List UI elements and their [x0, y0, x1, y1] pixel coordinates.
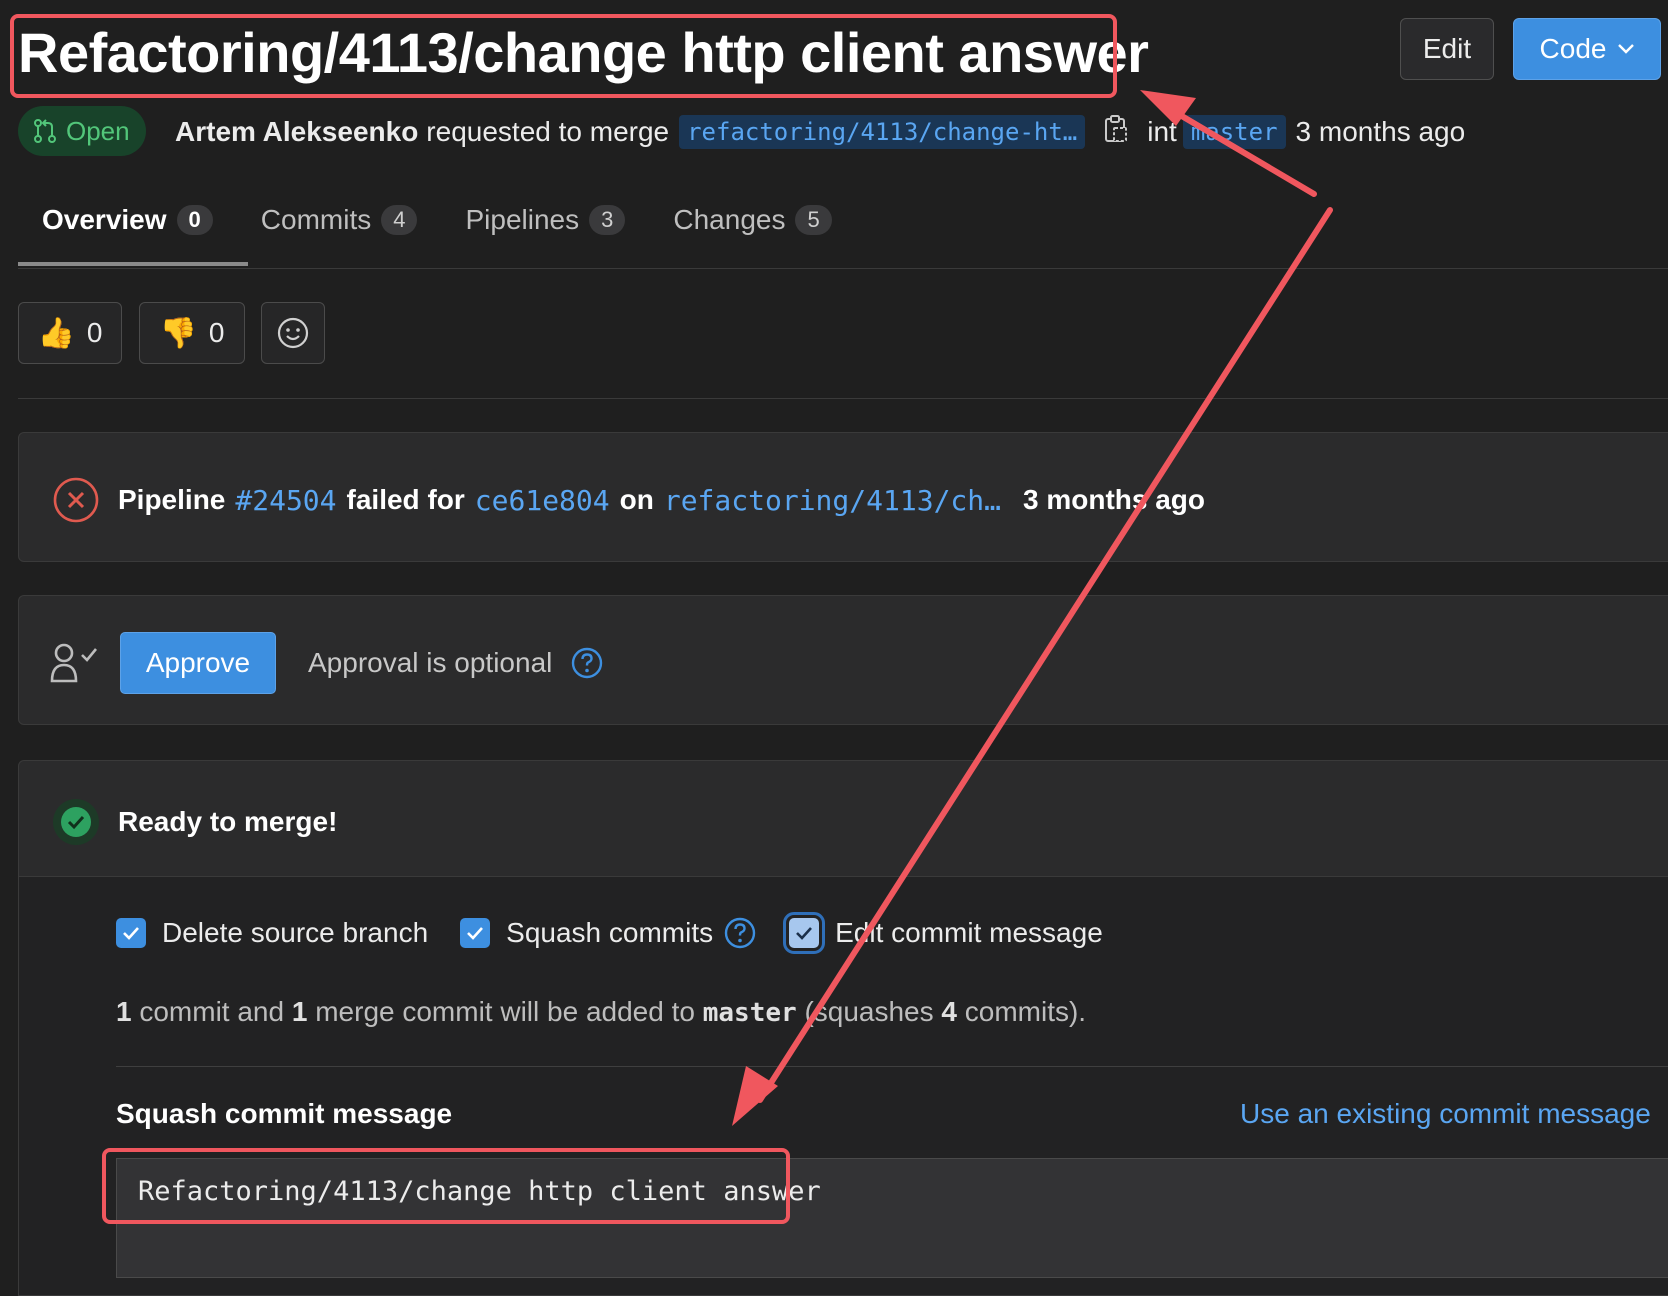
tab-overview[interactable]: Overview 0: [18, 190, 237, 258]
squash-commits-label[interactable]: Squash commits: [506, 917, 713, 949]
ready-text: Ready to merge!: [118, 806, 338, 837]
target-branch-chip[interactable]: master: [1182, 115, 1286, 149]
ready-to-merge: Ready to merge!: [52, 798, 337, 846]
thumbs-up-button[interactable]: 👍 0: [18, 302, 122, 364]
edit-commit-message-checkbox[interactable]: [783, 912, 826, 954]
squash-commits-checkbox[interactable]: [460, 918, 491, 948]
tab-count: 0: [176, 205, 213, 235]
tabs-divider: [18, 268, 1668, 269]
pipeline-time: 3 months ago: [1023, 484, 1206, 515]
merge-request-meta: Artem Alekseenko requested to merge refa…: [175, 110, 1465, 154]
merge-options: Delete source branch Squash commits Edit…: [116, 912, 1103, 954]
copy-branch-icon[interactable]: [1103, 114, 1129, 151]
merge-commit-count: 1: [291, 996, 308, 1027]
tab-pipelines[interactable]: Pipelines 3: [441, 190, 649, 258]
tab-count: 5: [795, 205, 832, 235]
commit-count: 1: [116, 996, 132, 1027]
tab-commits[interactable]: Commits 4: [237, 190, 442, 258]
squash-message-label: Squash commit message: [116, 1098, 453, 1129]
check-icon: [796, 927, 813, 940]
code-button-label: Code: [1539, 33, 1607, 64]
info-text-2: merge commit will be added to: [315, 996, 695, 1027]
approval-optional-text: Approval is optional: [308, 647, 553, 678]
edit-commit-message-label[interactable]: Edit commit message: [835, 917, 1103, 949]
info-text-4: commits).: [964, 996, 1087, 1027]
pipeline-id-link[interactable]: #24504: [235, 484, 336, 517]
status-badge: Open: [18, 106, 146, 156]
author-name[interactable]: Artem Alekseenko: [175, 116, 418, 148]
info-text-1: commit and: [139, 996, 285, 1027]
tab-label: Commits: [260, 204, 372, 235]
check-icon: [467, 927, 484, 940]
tab-label: Overview: [42, 204, 167, 235]
title-highlight-box: [10, 14, 1117, 98]
tab-label: Pipelines: [465, 204, 580, 235]
use-existing-message-link[interactable]: Use an existing commit message: [1240, 1098, 1651, 1130]
info-text-3: (squashes: [804, 996, 934, 1027]
delete-source-label[interactable]: Delete source branch: [162, 917, 428, 949]
merge-request-tabs: Overview 0 Commits 4 Pipelines 3 Changes…: [18, 190, 856, 258]
status-label: Open: [66, 115, 130, 146]
message-highlight-box: [102, 1148, 790, 1224]
thumbs-up-icon: 👍: [37, 316, 75, 350]
time-ago: 3 months ago: [1295, 116, 1466, 147]
tab-label: Changes: [673, 204, 786, 235]
squashed-count: 4: [941, 996, 957, 1027]
pipeline-status: Pipeline #24504 failed for ce61e804 on r…: [52, 476, 1205, 524]
thumbs-down-count: 0: [208, 317, 225, 348]
smiley-icon: [277, 317, 309, 349]
pipeline-failed-text: failed for: [346, 484, 465, 515]
merge-info-text: 1 commit and 1 merge commit will be adde…: [116, 996, 1086, 1028]
reactions-divider: [18, 398, 1668, 399]
success-check-icon: [53, 799, 99, 845]
action-text: requested to merge: [426, 116, 670, 147]
tab-count: 3: [589, 205, 626, 235]
merge-request-icon: [34, 119, 56, 143]
delete-source-checkbox[interactable]: [116, 918, 146, 948]
check-icon: [123, 927, 139, 940]
pipeline-on-text: on: [619, 484, 654, 515]
active-tab-indicator: [18, 262, 248, 266]
merge-info-divider: [116, 1066, 1668, 1067]
chevron-down-icon: [1618, 44, 1635, 54]
target-branch-name: master: [702, 998, 797, 1028]
help-icon[interactable]: [570, 646, 604, 680]
add-reaction-button[interactable]: [261, 302, 325, 364]
thumbs-up-count: 0: [86, 317, 103, 348]
pipeline-word: Pipeline: [118, 484, 226, 515]
pipeline-branch-link[interactable]: refactoring/4113/ch…: [664, 484, 1001, 517]
approval-row: Approve Approval is optional: [50, 632, 604, 694]
tab-count: 4: [381, 205, 418, 235]
code-dropdown-button[interactable]: Code: [1513, 18, 1661, 80]
commit-sha-link[interactable]: ce61e804: [475, 484, 610, 517]
failed-status-icon: [53, 477, 99, 523]
source-branch-chip[interactable]: refactoring/4113/change-ht…: [679, 115, 1086, 149]
squash-help-icon[interactable]: [723, 916, 757, 950]
tab-changes[interactable]: Changes 5: [649, 190, 855, 258]
into-text: int: [1147, 116, 1177, 147]
thumbs-down-icon: 👎: [159, 316, 197, 350]
thumbs-down-button[interactable]: 👎 0: [139, 302, 245, 364]
approval-icon: [50, 643, 98, 683]
approve-button[interactable]: Approve: [120, 632, 276, 694]
edit-button[interactable]: Edit: [1400, 18, 1494, 80]
